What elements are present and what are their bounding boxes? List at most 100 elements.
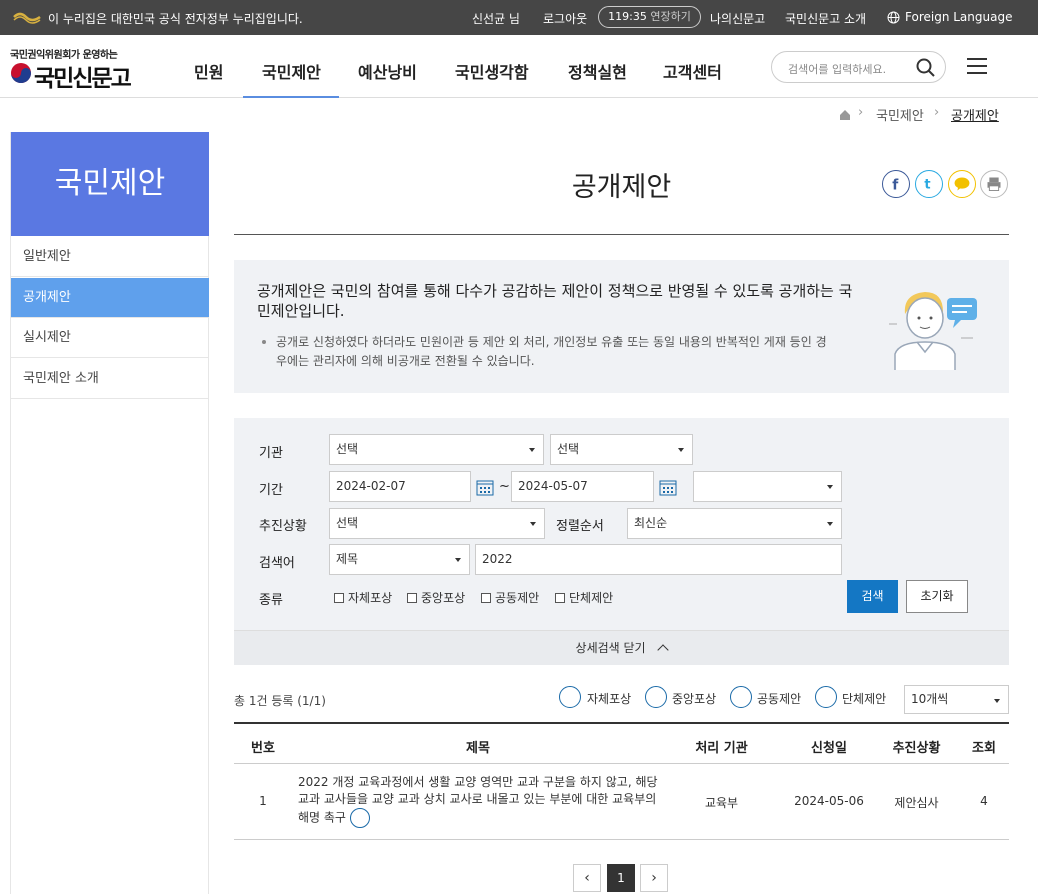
gov-banner: 이 누리집은 대한민국 공식 전자정부 누리집입니다. 신선균 님 로그아웃 1…: [0, 0, 1038, 35]
row-org: 교육부: [704, 796, 739, 810]
svg-text:t: t: [924, 178, 930, 193]
period-label: 기간: [259, 483, 283, 498]
col-org: 처리 기관: [695, 741, 748, 756]
calendar-icon[interactable]: [476, 478, 494, 496]
sidebar-item-intro[interactable]: 국민제안 소개: [11, 359, 209, 399]
row-title-link[interactable]: 2022 개정 교육과정에서 생활 교양 영역만 교과 구분을 하지 않고, 해…: [298, 774, 658, 828]
type-group-label: 단체제안: [569, 591, 614, 605]
award-self-icon: [559, 686, 581, 708]
nav-opinion[interactable]: 국민생각함: [455, 59, 529, 83]
keyword-input[interactable]: 2022: [475, 544, 842, 575]
org-select-1-value: 선택: [336, 442, 359, 456]
keyword-type-select[interactable]: 제목: [329, 544, 470, 575]
page-prev-button[interactable]: ‹: [573, 864, 601, 892]
joint-proposal-icon: [349, 808, 370, 828]
date-from-input[interactable]: 2024-02-07: [329, 471, 471, 502]
detail-search-toggle[interactable]: 상세검색 닫기: [234, 630, 1009, 665]
chevron-up-icon: [657, 644, 670, 656]
org-label: 기관: [259, 446, 283, 461]
org-select-2[interactable]: 선택: [550, 434, 693, 465]
date-tilde: ~: [499, 479, 510, 494]
nav-active-indicator: [243, 96, 339, 98]
status-select[interactable]: 선택: [329, 508, 545, 539]
org-select-2-value: 선택: [557, 442, 580, 456]
breadcrumb-current[interactable]: 공개제안: [951, 105, 999, 124]
sort-label: 정렬순서: [556, 519, 604, 534]
title-divider: [234, 234, 1009, 235]
col-date: 신청일: [811, 741, 847, 756]
nav-budget[interactable]: 예산낭비: [358, 59, 417, 83]
type-group-checkbox[interactable]: 단체제안: [555, 589, 613, 606]
status-select-value: 선택: [336, 516, 359, 530]
type-label: 종류: [259, 593, 283, 608]
calendar-icon[interactable]: [659, 478, 677, 496]
per-page-value: 10개씩: [911, 692, 949, 706]
site-header: 국민권익위원회가 운영하는 국민신문고 민원 국민제안 예산낭비 국민생각함 정…: [0, 35, 1038, 98]
sidebar-item-implemented[interactable]: 실시제안: [11, 318, 209, 358]
sidebar-item-open[interactable]: 공개제안: [11, 278, 209, 318]
sidebar-item-general[interactable]: 일반제안: [11, 237, 209, 277]
type-central-label: 중앙포상: [421, 591, 466, 605]
breadcrumb-sep: ›: [858, 105, 864, 120]
sort-select[interactable]: 최신순: [627, 508, 842, 539]
header-search[interactable]: 검색어를 입력하세요.: [771, 51, 946, 83]
col-views: 조회: [972, 741, 996, 756]
sidebar: 국민제안 일반제안 공개제안 실시제안 국민제안 소개: [10, 132, 209, 894]
search-icon[interactable]: [916, 58, 935, 77]
info-main-text: 공개제안은 국민의 참여를 통해 다수가 공감하는 제안이 정책으로 반영될 수…: [257, 282, 853, 320]
facebook-icon[interactable]: f: [882, 170, 910, 198]
print-icon[interactable]: [980, 170, 1008, 198]
joint-proposal-icon: [730, 686, 752, 708]
sidebar-title: 국민제안: [11, 132, 209, 236]
search-placeholder: 검색어를 입력하세요.: [788, 63, 887, 76]
about-link[interactable]: 국민신문고 소개: [785, 10, 866, 27]
page-current[interactable]: 1: [607, 864, 635, 892]
reset-button[interactable]: 초기화: [906, 580, 968, 613]
status-label: 추진상황: [259, 519, 307, 534]
period-select[interactable]: [693, 471, 842, 502]
twitter-icon[interactable]: t: [915, 170, 943, 198]
menu-icon[interactable]: [967, 58, 987, 74]
info-box: 공개제안은 국민의 참여를 통해 다수가 공감하는 제안이 정책으로 반영될 수…: [234, 260, 1009, 393]
gov-notice: 이 누리집은 대한민국 공식 전자정부 누리집입니다.: [48, 12, 303, 26]
per-page-select[interactable]: 10개씩: [904, 685, 1009, 714]
type-joint-checkbox[interactable]: 공동제안: [481, 589, 539, 606]
type-self-label: 자체포상: [348, 591, 393, 605]
org-select-1[interactable]: 선택: [329, 434, 544, 465]
legend-central: 중앙포상: [672, 692, 717, 706]
svg-text:f: f: [892, 178, 899, 194]
legend-self: 자체포상: [587, 692, 632, 706]
breadcrumb-1[interactable]: 국민제안: [876, 105, 924, 124]
keyword-type-value: 제목: [336, 552, 359, 566]
session-extend-button[interactable]: 119:35 연장하기: [598, 6, 701, 28]
table-row[interactable]: 1 2022 개정 교육과정에서 생활 교양 영역만 교과 구분을 하지 않고,…: [234, 764, 1009, 840]
nav-policy[interactable]: 정책실현: [568, 59, 627, 83]
kakao-icon[interactable]: [948, 170, 976, 198]
result-count: 총 1건 등록 (1/1): [234, 694, 326, 708]
extend-label: 연장하기: [650, 10, 691, 23]
row-no: 1: [259, 794, 267, 808]
fold-label: 상세검색 닫기: [575, 641, 646, 655]
group-proposal-icon: [815, 686, 837, 708]
page-next-button[interactable]: ›: [640, 864, 668, 892]
nav-proposal[interactable]: 국민제안: [262, 59, 321, 83]
col-title: 제목: [466, 741, 490, 756]
search-button[interactable]: 검색: [847, 580, 898, 613]
row-status: 제안심사: [894, 796, 939, 810]
globe-icon: [887, 11, 900, 24]
date-to-input[interactable]: 2024-05-07: [511, 471, 654, 502]
site-logo[interactable]: 국민신문고: [10, 59, 140, 92]
legend-group: 단체제안: [842, 692, 887, 706]
my-link[interactable]: 나의신문고: [710, 10, 765, 27]
type-joint-label: 공동제안: [495, 591, 540, 605]
home-icon[interactable]: [839, 109, 851, 120]
breadcrumb-sep: ›: [934, 105, 940, 120]
logout-link[interactable]: 로그아웃: [543, 10, 587, 27]
foreign-language-link[interactable]: Foreign Language: [905, 10, 1012, 24]
nav-customer[interactable]: 고객센터: [663, 59, 722, 83]
type-central-checkbox[interactable]: 중앙포상: [407, 589, 465, 606]
info-note-text: 공개로 신청하였다 하더라도 민원이관 등 제안 외 처리, 개인정보 유출 또…: [276, 335, 827, 368]
nav-civil[interactable]: 민원: [194, 59, 223, 83]
type-self-checkbox[interactable]: 자체포상: [334, 589, 392, 606]
user-name: 신선균 님: [472, 12, 520, 26]
